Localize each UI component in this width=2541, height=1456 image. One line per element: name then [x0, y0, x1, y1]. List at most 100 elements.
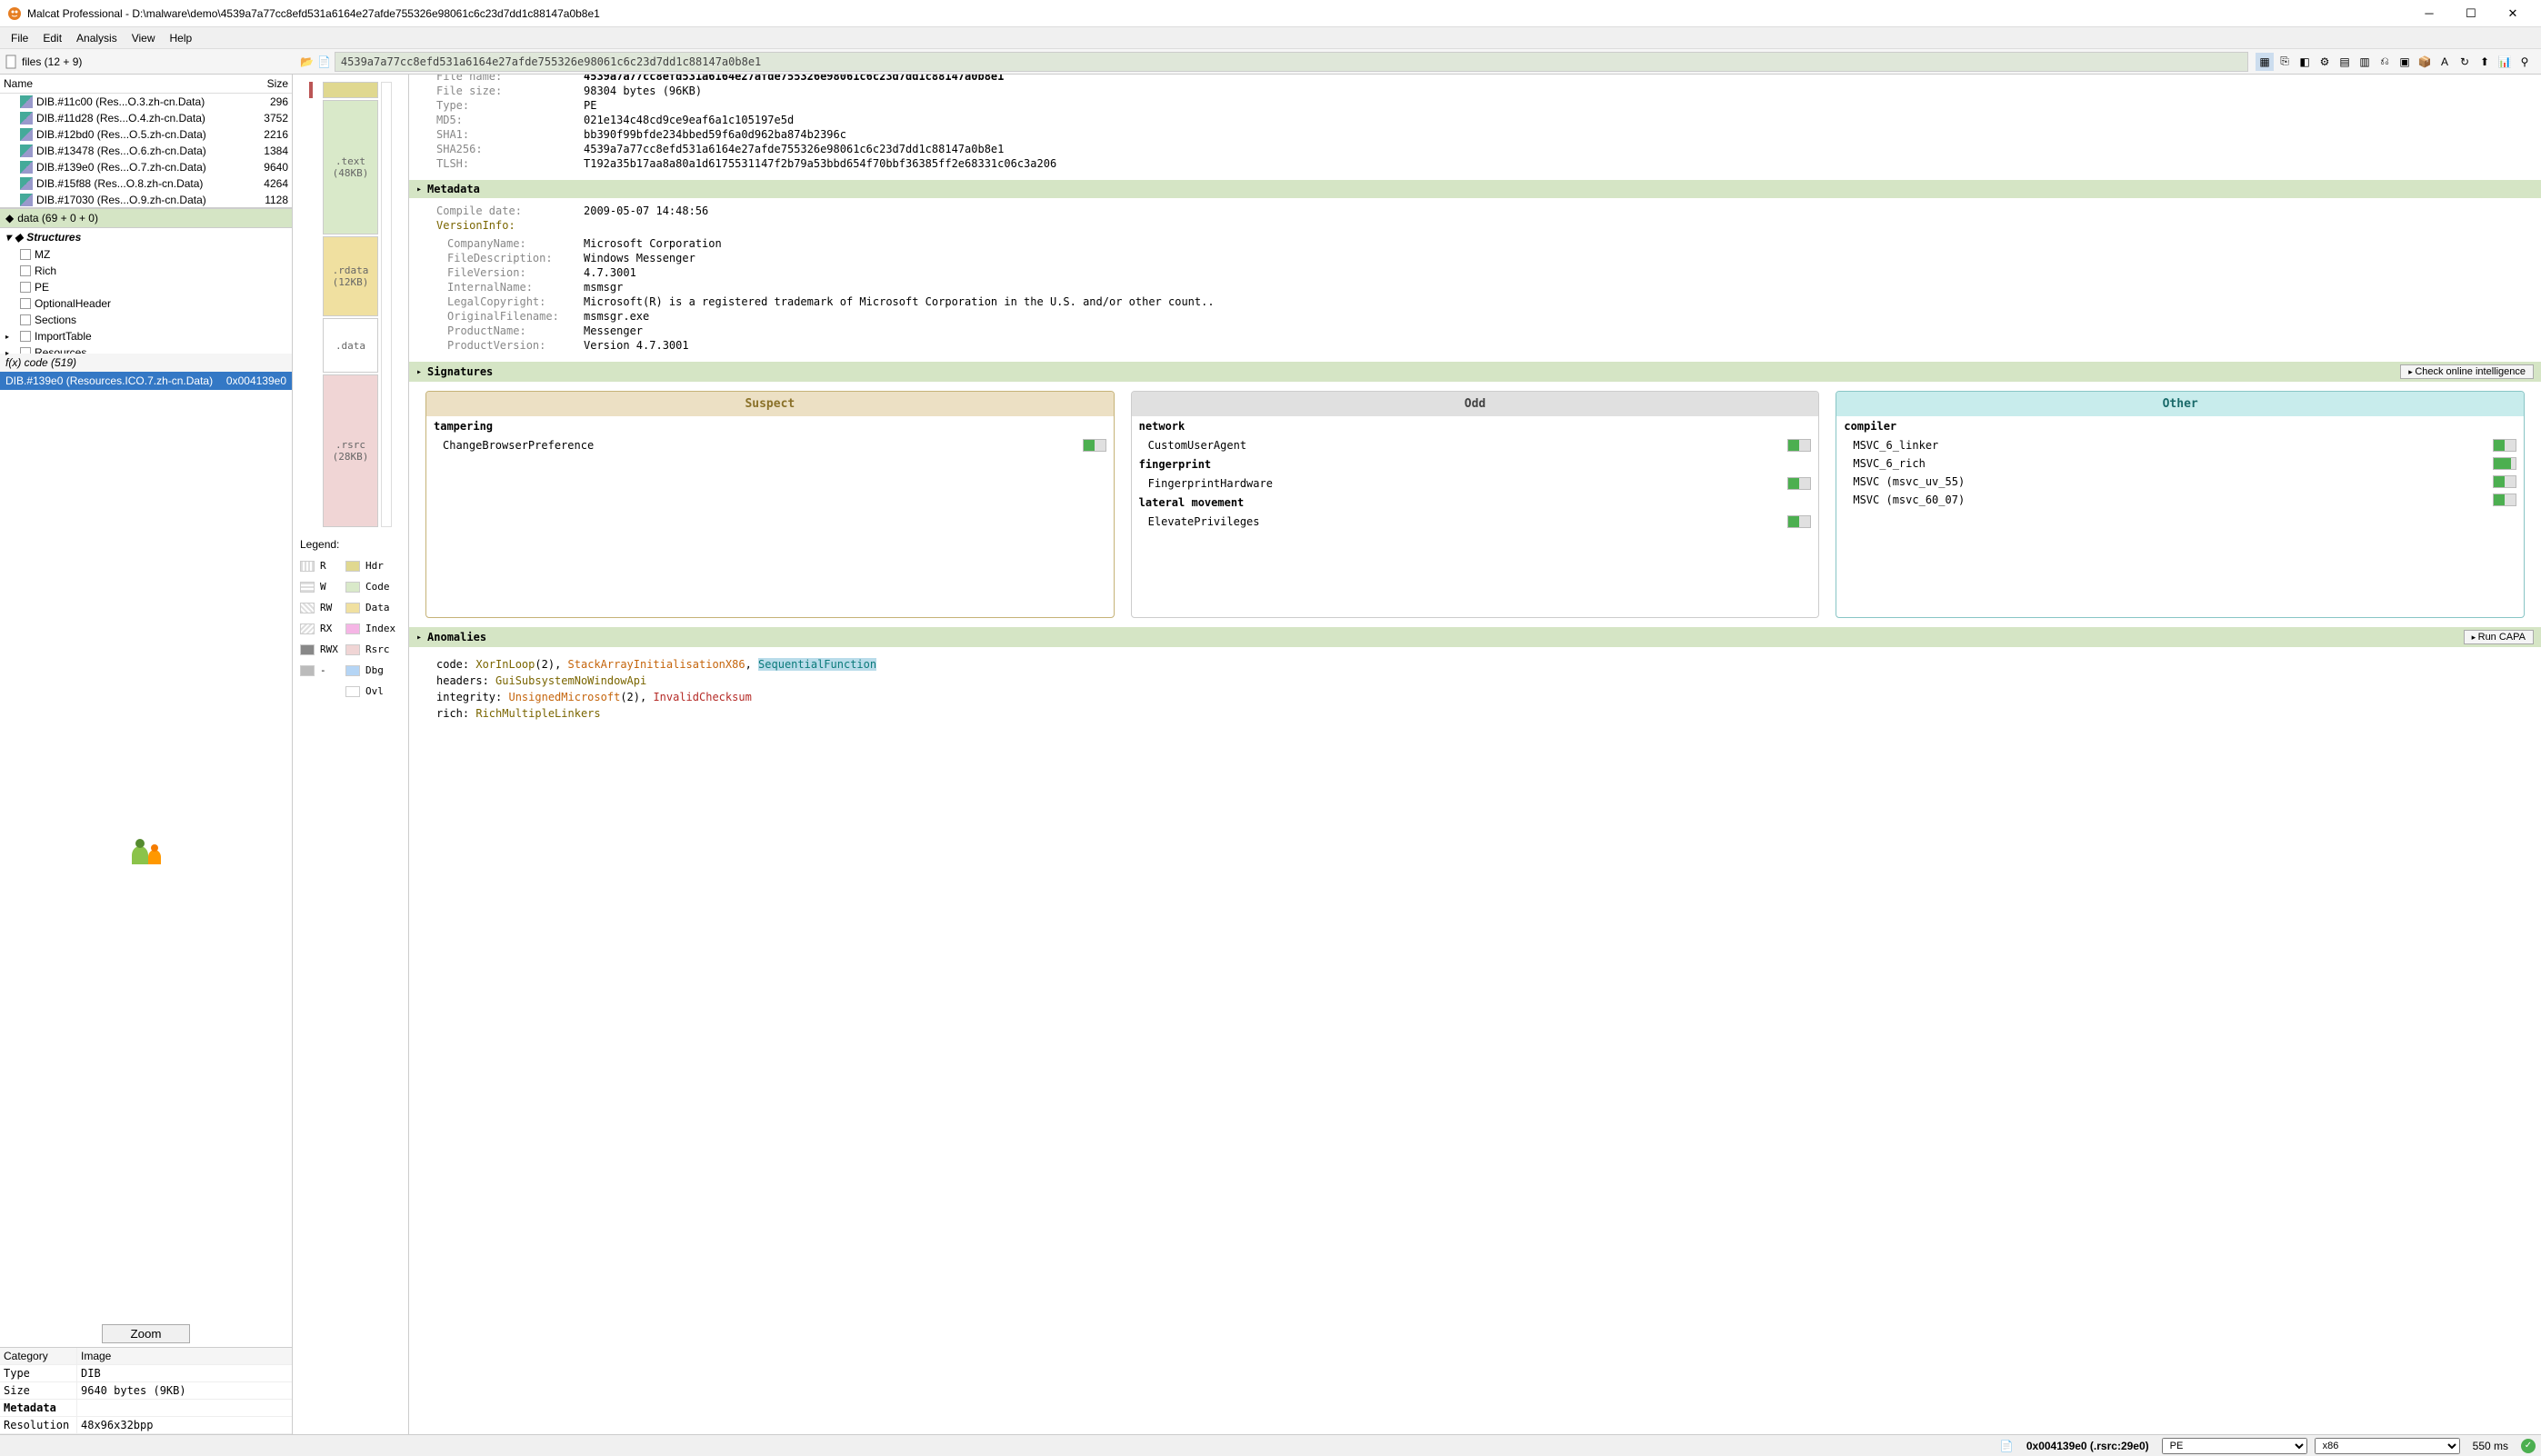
sig-item[interactable]: FingerprintHardware	[1132, 474, 1819, 493]
sig-card-other: Other compilerMSVC_6_linkerMSVC_6_richMS…	[1836, 391, 2525, 618]
menu-help[interactable]: Help	[163, 30, 200, 46]
files-col-name[interactable]: Name	[4, 77, 234, 90]
tb-btn-12[interactable]: ⬆	[2476, 53, 2494, 71]
files-col-size[interactable]: Size	[234, 77, 288, 90]
struct-icon	[20, 249, 31, 260]
menu-edit[interactable]: Edit	[35, 30, 69, 46]
tb-btn-4[interactable]: ⚙	[2316, 53, 2334, 71]
file-row[interactable]: DIB.#139e0 (Res...O.7.zh-cn.Data)9640	[0, 159, 292, 175]
tb-btn-9[interactable]: 📦	[2416, 53, 2434, 71]
close-button[interactable]: ✕	[2492, 0, 2534, 27]
signatures-section-header[interactable]: Signatures Check online intelligence	[409, 362, 2541, 382]
file-type-icon	[20, 145, 33, 157]
structures-icon: ◆	[15, 231, 23, 244]
window-title: Malcat Professional - D:\malware\demo\45…	[27, 7, 2408, 20]
tb-btn-5[interactable]: ▤	[2336, 53, 2354, 71]
struct-item[interactable]: Resources	[0, 344, 292, 354]
run-capa-button[interactable]: Run CAPA	[2464, 630, 2534, 644]
tb-btn-8[interactable]: ▣	[2396, 53, 2414, 71]
tb-btn-14[interactable]: ⚲	[2516, 53, 2534, 71]
file-type-icon	[20, 161, 33, 174]
tb-btn-6[interactable]: ▥	[2356, 53, 2374, 71]
struct-icon	[20, 282, 31, 293]
file-type-icon	[20, 112, 33, 125]
status-time: 550 ms	[2467, 1440, 2514, 1452]
menubar: File Edit Analysis View Help	[0, 27, 2541, 49]
minimize-button[interactable]: ─	[2408, 0, 2450, 27]
sig-item[interactable]: ElevatePrivileges	[1132, 513, 1819, 531]
files-summary: files (12 + 9)	[22, 55, 82, 68]
selected-item: DIB.#139e0 (Resources.ICO.7.zh-cn.Data) …	[0, 372, 292, 390]
image-preview	[0, 390, 292, 1321]
minimap-scrollbar[interactable]	[381, 82, 392, 527]
tb-btn-2[interactable]: ⎘	[2276, 53, 2294, 71]
struct-item[interactable]: Rich	[0, 263, 292, 279]
status-doc-icon: 📄	[2000, 1440, 2014, 1452]
sig-level-bar	[2493, 475, 2516, 488]
metadata-section-header[interactable]: Metadata	[409, 180, 2541, 198]
struct-icon	[20, 347, 31, 354]
status-type-dropdown[interactable]: PE	[2162, 1438, 2307, 1454]
file-row[interactable]: DIB.#11d28 (Res...O.4.zh-cn.Data)3752	[0, 110, 292, 126]
anomalies-section-header[interactable]: Anomalies Run CAPA	[409, 627, 2541, 647]
titlebar: Malcat Professional - D:\malware\demo\45…	[0, 0, 2541, 27]
content-pane[interactable]: File name:4539a7a77cc8efd531a6164e27afde…	[409, 75, 2541, 1434]
app-icon	[7, 6, 22, 21]
menu-analysis[interactable]: Analysis	[69, 30, 125, 46]
file-row[interactable]: DIB.#13478 (Res...O.6.zh-cn.Data)1384	[0, 143, 292, 159]
toolbar: files (12 + 9) 📂 📄 4539a7a77cc8efd531a61…	[0, 49, 2541, 75]
tb-btn-7[interactable]: ⎌	[2376, 53, 2394, 71]
path-field[interactable]: 4539a7a77cc8efd531a6164e27afde755326e980…	[335, 52, 2248, 72]
sig-level-bar	[2493, 439, 2516, 452]
file-row[interactable]: DIB.#17030 (Res...O.9.zh-cn.Data)1128	[0, 192, 292, 207]
tb-btn-3[interactable]: ◧	[2296, 53, 2314, 71]
sig-card-suspect: Suspect tamperingChangeBrowserPreference	[425, 391, 1115, 618]
struct-item[interactable]: Sections	[0, 312, 292, 328]
sig-item[interactable]: MSVC (msvc_uv_55)	[1836, 473, 2524, 491]
data-panel-icon: ◆	[5, 212, 14, 224]
tb-btn-11[interactable]: ↻	[2456, 53, 2474, 71]
file-doc-icon: 📄	[317, 55, 331, 68]
sidebar: Name Size DIB.#11c00 (Res...O.3.zh-cn.Da…	[0, 75, 293, 1434]
file-row[interactable]: DIB.#11c00 (Res...O.3.zh-cn.Data)296	[0, 94, 292, 110]
struct-item[interactable]: PE	[0, 279, 292, 295]
sig-item[interactable]: MSVC_6_linker	[1836, 436, 2524, 454]
properties-table: Category Image TypeDIB Size9640 bytes (9…	[0, 1347, 292, 1434]
tb-btn-13[interactable]: 📊	[2496, 53, 2514, 71]
sig-card-odd: Odd networkCustomUserAgentfingerprintFin…	[1131, 391, 1820, 618]
tb-btn-1[interactable]: ▦	[2256, 53, 2274, 71]
menu-file[interactable]: File	[4, 30, 35, 46]
file-type-icon	[20, 128, 33, 141]
sig-level-bar	[1787, 477, 1811, 490]
minimap[interactable]: .text(48KB) .rdata(12KB) .data .rsrc(28K…	[309, 82, 392, 527]
folder-open-icon[interactable]: 📂	[300, 55, 314, 68]
struct-icon	[20, 331, 31, 342]
sig-item[interactable]: CustomUserAgent	[1132, 436, 1819, 454]
legend: Legend: RHdr WCode RWData RXIndex RWXRsr…	[296, 531, 405, 704]
status-arch-dropdown[interactable]: x86	[2315, 1438, 2460, 1454]
struct-item[interactable]: ImportTable	[0, 328, 292, 344]
tb-btn-10[interactable]: A	[2436, 53, 2454, 71]
status-address: 0x004139e0 (.rsrc:29e0)	[2021, 1440, 2155, 1452]
file-type-icon	[20, 177, 33, 190]
code-panel[interactable]: f(x) code (519)	[0, 354, 292, 372]
struct-item[interactable]: OptionalHeader	[0, 295, 292, 312]
files-list[interactable]: DIB.#11c00 (Res...O.3.zh-cn.Data)296DIB.…	[0, 94, 292, 207]
file-row[interactable]: DIB.#15f88 (Res...O.8.zh-cn.Data)4264	[0, 175, 292, 192]
file-row[interactable]: DIB.#12bd0 (Res...O.5.zh-cn.Data)2216	[0, 126, 292, 143]
check-online-button[interactable]: Check online intelligence	[2400, 364, 2534, 379]
zoom-button[interactable]: Zoom	[102, 1324, 189, 1343]
struct-item[interactable]: MZ	[0, 246, 292, 263]
statusbar: 📄 0x004139e0 (.rsrc:29e0) PE x86 550 ms …	[0, 1434, 2541, 1456]
sig-item[interactable]: MSVC_6_rich	[1836, 454, 2524, 473]
menu-view[interactable]: View	[125, 30, 163, 46]
sig-level-bar	[1083, 439, 1106, 452]
maximize-button[interactable]: ☐	[2450, 0, 2492, 27]
sig-item[interactable]: ChangeBrowserPreference	[426, 436, 1114, 454]
sig-level-bar	[1787, 515, 1811, 528]
struct-icon	[20, 265, 31, 276]
data-panel-header[interactable]: ◆ data (69 + 0 + 0)	[0, 208, 292, 228]
status-ok-icon: ✓	[2521, 1439, 2536, 1453]
structures-header[interactable]: ▾◆ Structures	[0, 228, 292, 246]
sig-item[interactable]: MSVC (msvc_60_07)	[1836, 491, 2524, 509]
